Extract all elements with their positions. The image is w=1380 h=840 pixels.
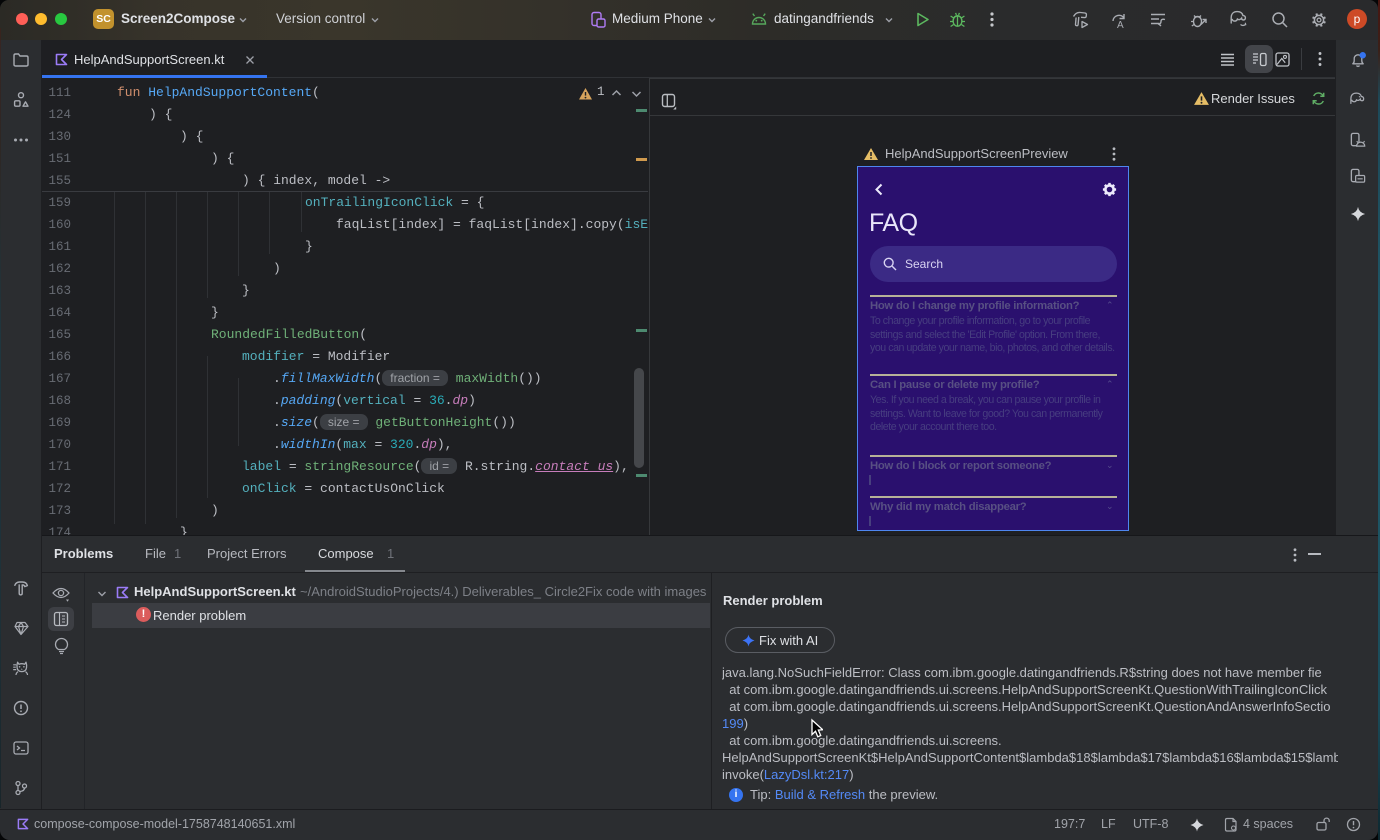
svg-text:A: A	[1117, 20, 1124, 30]
